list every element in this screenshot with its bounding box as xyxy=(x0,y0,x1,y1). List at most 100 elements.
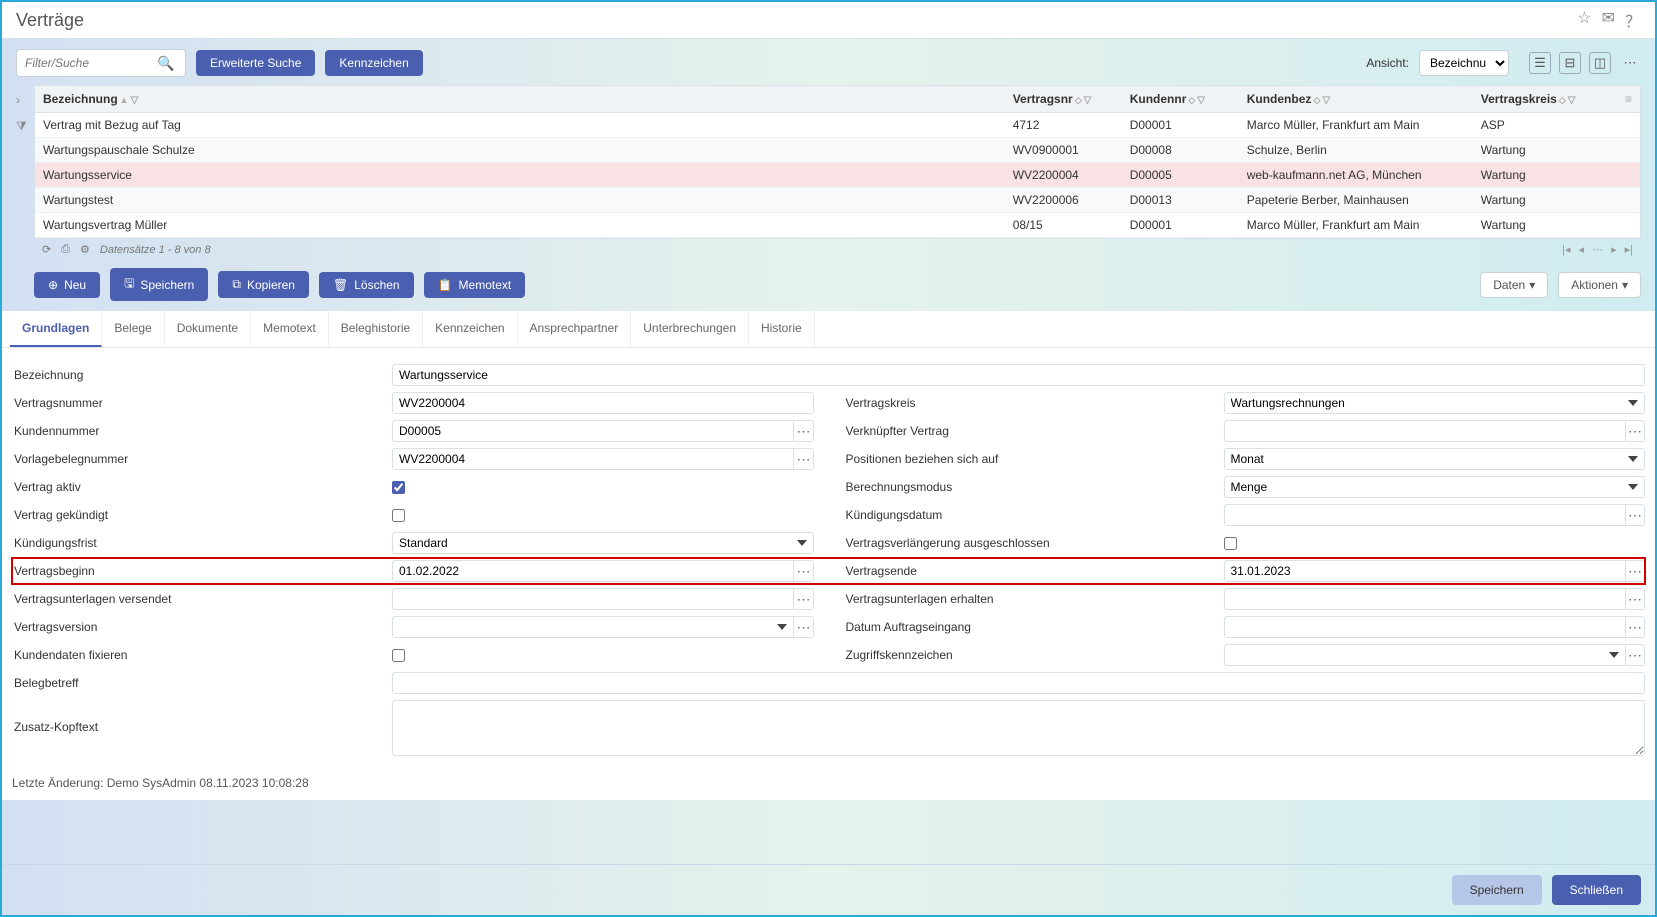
lookup-icon[interactable]: ⋯ xyxy=(1626,420,1645,442)
refresh-icon[interactable]: ⟳ xyxy=(42,243,51,256)
filter-icon[interactable]: ▽ xyxy=(1084,95,1092,106)
sort-icon[interactable]: ◇ xyxy=(1313,95,1320,105)
calendar-icon[interactable]: ⋯ xyxy=(1626,588,1645,610)
lookup-icon[interactable]: ⋯ xyxy=(794,448,813,470)
filter-icon[interactable]: ▽ xyxy=(131,95,139,106)
vertrag-aktiv-checkbox[interactable] xyxy=(392,481,405,494)
split-vertical-icon[interactable]: ◫ xyxy=(1589,52,1611,74)
table-row[interactable]: Vertrag mit Bezug auf Tag4712D00001Marco… xyxy=(35,113,1640,138)
tab-kennzeichen[interactable]: Kennzeichen xyxy=(423,311,517,347)
kundennummer-input[interactable] xyxy=(392,420,794,442)
columns-icon[interactable]: ≡ xyxy=(1625,92,1632,106)
save-button[interactable]: 🖫 Speichern xyxy=(110,268,208,301)
calendar-icon[interactable]: ⋯ xyxy=(794,588,813,610)
vorlagebelegnummer-input[interactable] xyxy=(392,448,794,470)
tab-dokumente[interactable]: Dokumente xyxy=(165,311,251,347)
tab-unterbrechungen[interactable]: Unterbrechungen xyxy=(631,311,749,347)
vertragsende-input[interactable] xyxy=(1224,560,1626,582)
col-vertragskreis[interactable]: Vertragskreis xyxy=(1481,92,1557,106)
verknuepfter-vertrag-input[interactable] xyxy=(1224,420,1626,442)
zusatz-kopftext-textarea[interactable] xyxy=(392,700,1645,756)
footer-save-button[interactable]: Speichern xyxy=(1452,875,1542,905)
verl-ausgeschlossen-checkbox[interactable] xyxy=(1224,537,1237,550)
lookup-icon[interactable]: ⋯ xyxy=(1626,644,1645,666)
filter-icon[interactable]: ▽ xyxy=(1568,95,1576,106)
filter-icon[interactable]: ▽ xyxy=(1197,95,1205,106)
sort-icon[interactable]: ◇ xyxy=(1188,95,1195,105)
tab-historie[interactable]: Historie xyxy=(749,311,815,347)
pager-next-icon[interactable]: ▸ xyxy=(1611,243,1617,256)
sort-icon[interactable]: ◇ xyxy=(1075,95,1082,105)
footer-close-button[interactable]: Schließen xyxy=(1552,875,1641,905)
star-icon[interactable]: ☆ xyxy=(1577,8,1591,32)
pager-last-icon[interactable]: ▸| xyxy=(1625,243,1633,256)
calendar-icon[interactable]: ⋯ xyxy=(1626,504,1645,526)
advanced-search-button[interactable]: Erweiterte Suche xyxy=(196,50,315,76)
datum-auftragseingang-input[interactable] xyxy=(1224,616,1626,638)
kundendaten-fixieren-checkbox[interactable] xyxy=(392,649,405,662)
expand-rail-icon[interactable]: › xyxy=(16,93,34,107)
gear-icon[interactable]: ⚙ xyxy=(80,243,90,256)
vertragsversion-select[interactable] xyxy=(392,616,794,638)
new-button[interactable]: ⊕ Neu xyxy=(34,272,100,298)
delete-button[interactable]: 🗑 Löschen xyxy=(319,272,414,298)
vertrag-gekuendigt-checkbox[interactable] xyxy=(392,509,405,522)
more-icon[interactable]: ⋯ xyxy=(1619,52,1641,74)
table-row[interactable]: Wartungspauschale SchulzeWV0900001D00008… xyxy=(35,138,1640,163)
pager-prev-icon[interactable]: ◂ xyxy=(1579,243,1585,256)
table-row[interactable]: WartungsserviceWV2200004D00005web-kaufma… xyxy=(35,163,1640,188)
col-kundenbez[interactable]: Kundenbez xyxy=(1247,92,1312,106)
vertragsbeginn-input[interactable] xyxy=(392,560,794,582)
positionen-select[interactable]: Monat xyxy=(1224,448,1646,470)
tab-memotext[interactable]: Memotext xyxy=(251,311,329,347)
pager-ellipsis-icon[interactable]: ⋯ xyxy=(1592,243,1603,256)
bezeichnung-input[interactable] xyxy=(392,364,1645,386)
search-input[interactable] xyxy=(17,52,157,74)
lookup-icon[interactable]: ⋯ xyxy=(794,420,813,442)
vertragsunterlagen-erhalten-input[interactable] xyxy=(1224,588,1626,610)
copy-icon: ⧉ xyxy=(232,277,241,292)
sort-icon[interactable]: ▲ xyxy=(120,95,129,105)
col-kundennr[interactable]: Kundennr xyxy=(1130,92,1187,106)
mail-icon[interactable]: ✉ xyxy=(1602,8,1615,32)
kuendigungsfrist-select[interactable]: Standard xyxy=(392,532,814,554)
lookup-icon[interactable]: ⋯ xyxy=(794,616,813,638)
pager-first-icon[interactable]: |◂ xyxy=(1562,243,1570,256)
memotext-button[interactable]: 📋 Memotext xyxy=(424,272,526,298)
tab-grundlagen[interactable]: Grundlagen xyxy=(10,311,102,347)
search-icon[interactable]: 🔍 xyxy=(157,55,180,72)
filter-rail-icon[interactable]: ⧩ xyxy=(16,119,34,134)
print-icon[interactable]: ⎙ xyxy=(61,243,70,256)
table-status-bar: ⟳ ⎙ ⚙ Datensätze 1 - 8 von 8 |◂ ◂ ⋯ ▸ ▸| xyxy=(34,239,1641,260)
table-row[interactable]: Wartungsvertrag Müller08/15D00001Marco M… xyxy=(35,213,1640,238)
vertragskreis-select[interactable]: Wartungsrechnungen xyxy=(1224,392,1646,414)
vertragsnummer-label: Vertragsnummer xyxy=(12,396,392,410)
help-icon[interactable]: ？ xyxy=(1625,8,1641,32)
aktionen-dropdown-button[interactable]: Aktionen ▾ xyxy=(1558,272,1641,298)
vertragsunterlagen-versendet-input[interactable] xyxy=(392,588,794,610)
copy-button[interactable]: ⧉ Kopieren xyxy=(218,271,309,298)
vertragsbeginn-label: Vertragsbeginn xyxy=(12,564,392,578)
belegbetreff-input[interactable] xyxy=(392,672,1645,694)
calendar-icon[interactable]: ⋯ xyxy=(794,560,813,582)
tab-beleghistorie[interactable]: Beleghistorie xyxy=(329,311,423,347)
vertragsnummer-input[interactable] xyxy=(392,392,814,414)
daten-dropdown-button[interactable]: Daten ▾ xyxy=(1480,272,1548,298)
col-bezeichnung[interactable]: Bezeichnung xyxy=(43,92,118,106)
calendar-icon[interactable]: ⋯ xyxy=(1626,560,1645,582)
sort-icon[interactable]: ◇ xyxy=(1559,95,1566,105)
col-vertragsnr[interactable]: Vertragsnr xyxy=(1013,92,1073,106)
list-view-icon[interactable]: ☰ xyxy=(1529,52,1551,74)
tab-belege[interactable]: Belege xyxy=(102,311,164,347)
split-horizontal-icon[interactable]: ⊟ xyxy=(1559,52,1581,74)
zugriffskennzeichen-select[interactable] xyxy=(1224,644,1626,666)
filter-icon[interactable]: ▽ xyxy=(1322,95,1330,106)
zusatz-kopftext-label: Zusatz-Kopftext xyxy=(12,700,392,734)
kennzeichen-button[interactable]: Kennzeichen xyxy=(325,50,422,76)
ansicht-select[interactable]: Bezeichnung xyxy=(1419,50,1509,76)
berechnungsmodus-select[interactable]: Menge xyxy=(1224,476,1646,498)
table-row[interactable]: WartungstestWV2200006D00013Papeterie Ber… xyxy=(35,188,1640,213)
kuendigungsdatum-input[interactable] xyxy=(1224,504,1626,526)
calendar-icon[interactable]: ⋯ xyxy=(1626,616,1645,638)
tab-ansprechpartner[interactable]: Ansprechpartner xyxy=(518,311,632,347)
